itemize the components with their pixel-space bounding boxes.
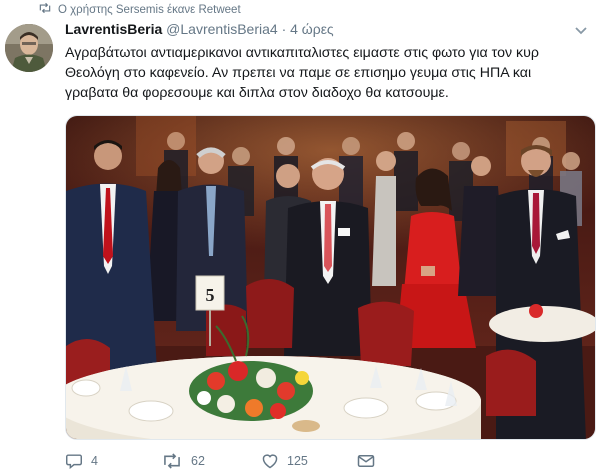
reply-count: 4	[91, 454, 98, 468]
envelope-icon	[357, 454, 375, 468]
avatar[interactable]	[5, 24, 53, 72]
retweet-count: 62	[191, 454, 205, 468]
table-number-sign: 5	[206, 285, 215, 305]
tweet-photo[interactable]: 5	[65, 115, 596, 440]
separator-dot: ·	[281, 21, 287, 37]
like-button[interactable]: 125	[261, 453, 357, 469]
retweet-notice[interactable]: Ο χρήστης Sersemis έκανε Retweet	[38, 2, 241, 17]
retweet-icon	[161, 453, 183, 469]
direct-message-button[interactable]	[357, 454, 375, 468]
user-handle[interactable]: @LavrentisBeria4	[166, 21, 278, 37]
tweet-timestamp[interactable]: 4 ώρες	[290, 21, 334, 37]
tweet-action-bar: 4 62 125	[65, 453, 465, 469]
retweet-button[interactable]: 62	[161, 453, 261, 469]
chevron-down-icon[interactable]	[573, 22, 589, 38]
like-count: 125	[287, 454, 308, 468]
display-name[interactable]: LavrentisBeria	[65, 21, 162, 37]
retweet-icon	[38, 2, 52, 17]
reply-button[interactable]: 4	[65, 453, 161, 469]
event-photo-illustration: 5	[66, 116, 595, 439]
heart-icon	[261, 453, 279, 469]
tweet-header: LavrentisBeria @LavrentisBeria4 · 4 ώρες	[65, 21, 334, 37]
retweet-notice-text: Ο χρήστης Sersemis έκανε Retweet	[58, 3, 241, 16]
tweet-text: Αγραβάτωτοι αντιαμερικανοι αντικαπιταλισ…	[65, 45, 539, 101]
reply-icon	[65, 453, 83, 469]
